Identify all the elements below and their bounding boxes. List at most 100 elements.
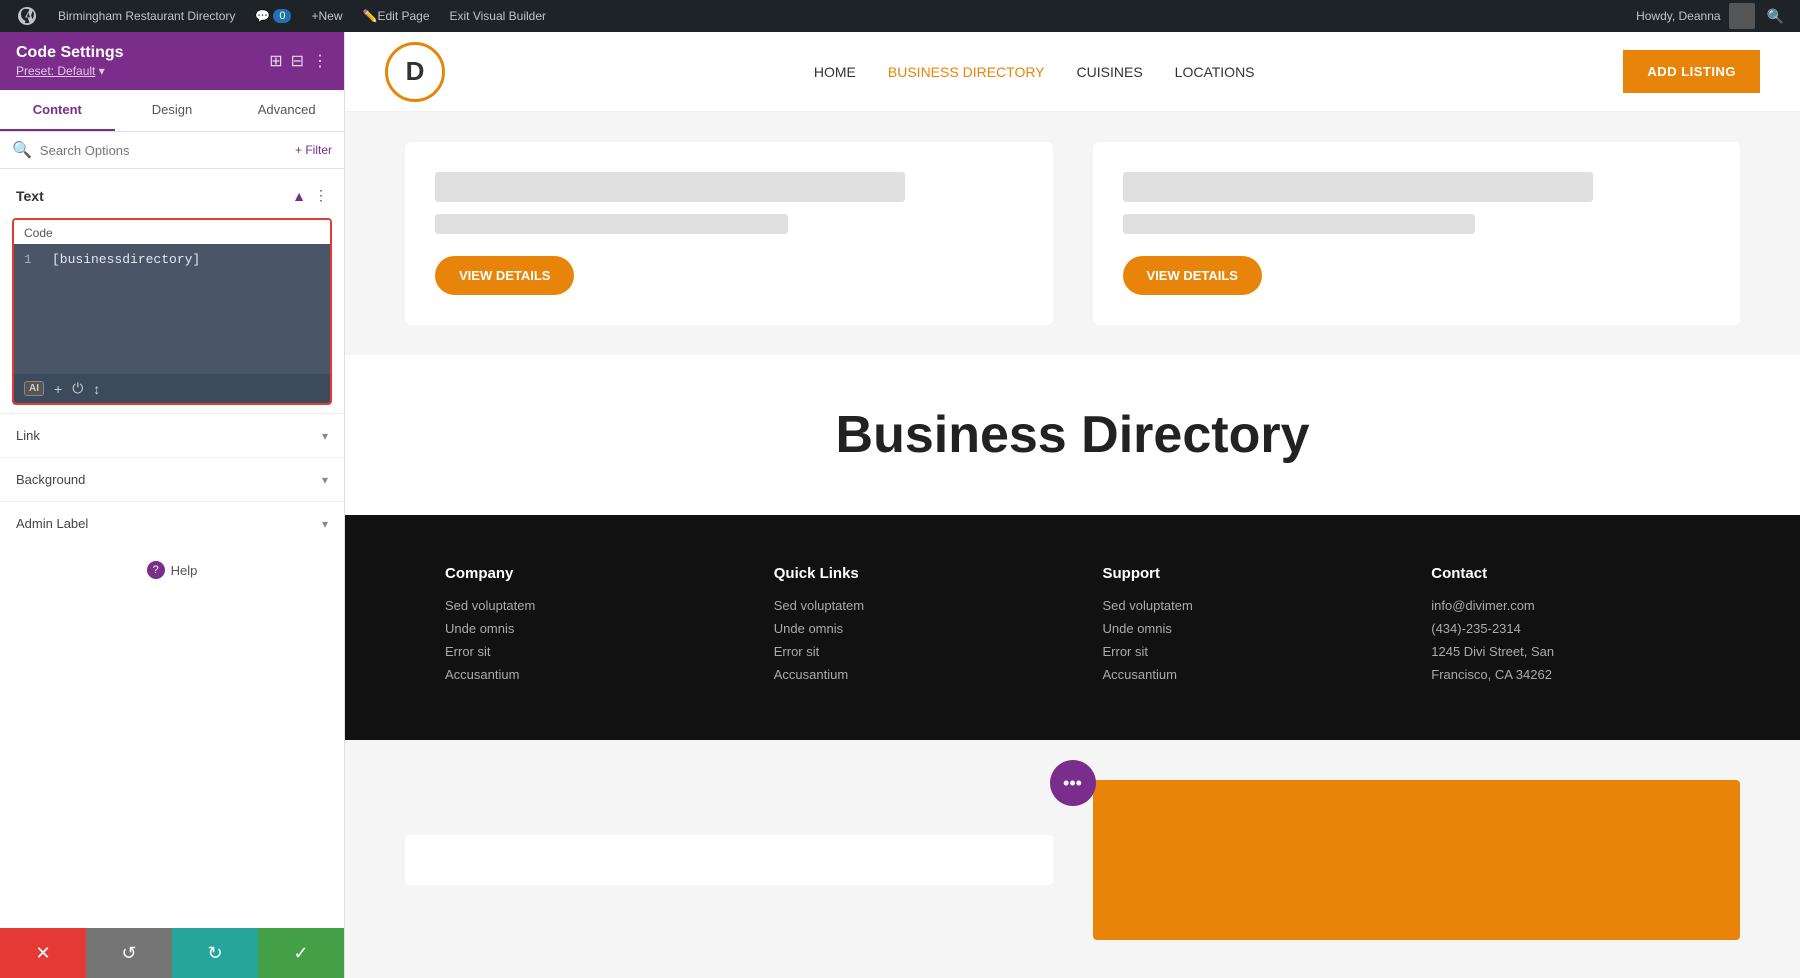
columns-icon[interactable]: ⊟ [291,51,304,71]
user-avatar [1729,3,1755,29]
background-chevron: ▾ [322,473,328,487]
search-input[interactable] [40,143,287,158]
nav-business-directory[interactable]: BUSINESS DIRECTORY [888,64,1045,80]
footer-support-link-4[interactable]: Accusantium [1103,667,1372,682]
comments-link[interactable]: 💬 0 [247,0,299,32]
card-placeholder-3 [1123,172,1593,202]
help-icon: ? [147,561,165,579]
footer-support-link-3[interactable]: Error sit [1103,644,1372,659]
business-dir-section: Business Directory [345,355,1800,515]
wp-admin-bar: Birmingham Restaurant Directory 💬 0 + Ne… [0,0,1800,32]
more-options-icon[interactable]: ⋮ [314,187,328,204]
nav-cuisines[interactable]: CUISINES [1077,64,1143,80]
nav-locations[interactable]: LOCATIONS [1175,64,1255,80]
footer-support-link-1[interactable]: Sed voluptatem [1103,598,1372,613]
more-icon[interactable]: ⋮ [312,51,328,71]
footer-quicklinks-link-2[interactable]: Unde omnis [774,621,1043,636]
code-content: [businessdirectory] [52,252,200,267]
footer-company-link-3[interactable]: Error sit [445,644,714,659]
card-placeholder-4 [1123,214,1476,234]
site-name[interactable]: Birmingham Restaurant Directory [50,0,243,32]
add-listing-button[interactable]: ADD LISTING [1623,50,1760,93]
search-bar: 🔍 + Filter [0,132,344,169]
search-icon[interactable]: 🔍 [1759,8,1792,25]
code-block-wrapper: Code 1 [businessdirectory] AI + ⏻ ↕ [12,218,332,405]
code-label: Code [14,220,330,244]
background-section[interactable]: Background ▾ [0,457,344,501]
footer-company-link-1[interactable]: Sed voluptatem [445,598,714,613]
card-placeholder-2 [435,214,788,234]
admin-label-section[interactable]: Admin Label ▾ [0,501,344,545]
footer-support-link-2[interactable]: Unde omnis [1103,621,1372,636]
footer-contact-address-1: 1245 Divi Street, San [1431,644,1700,659]
background-label: Background [16,472,85,487]
ai-icon[interactable]: AI [24,381,44,396]
admin-label-chevron: ▾ [322,517,328,531]
sidebar-title: Code Settings [16,44,124,62]
add-icon[interactable]: + [54,381,62,397]
exit-builder[interactable]: Exit Visual Builder [442,0,555,32]
search-icon-sidebar: 🔍 [12,140,32,160]
card-2: VIEW DETAILS [1093,142,1741,325]
card-1: VIEW DETAILS [405,142,1053,325]
view-details-button-1[interactable]: VIEW DETAILS [435,256,574,295]
nav-home[interactable]: HOME [814,64,856,80]
sidebar: Code Settings Preset: Default ▾ ⊞ ⊟ ⋮ Co… [0,32,345,978]
power-icon[interactable]: ⏻ [72,380,83,397]
site-logo: D [385,42,445,102]
footer-col-support: Support Sed voluptatem Unde omnis Error … [1103,565,1372,690]
help-link[interactable]: ? Help [16,561,328,579]
sidebar-footer: ✕ ↺ ↻ ✓ [0,928,344,978]
orange-box [1093,780,1741,940]
footer-col-company: Company Sed voluptatem Unde omnis Error … [445,565,714,690]
move-icon[interactable]: ↕ [93,381,100,397]
bottom-section: ••• [345,740,1800,978]
sidebar-content: Text ▲ ⋮ Code 1 [businessdirectory] AI [0,169,344,928]
tab-content[interactable]: Content [0,90,115,131]
collapse-icon[interactable]: ▲ [292,188,306,204]
content-area: D HOME BUSINESS DIRECTORY CUISINES LOCAT… [345,32,1800,978]
new-item[interactable]: + New [303,0,350,32]
card-placeholder-1 [435,172,905,202]
footer-contact-phone[interactable]: (434)-235-2314 [1431,621,1700,636]
filter-button[interactable]: + Filter [295,143,332,157]
nav-links: HOME BUSINESS DIRECTORY CUISINES LOCATIO… [814,64,1255,80]
code-line-1: 1 [businessdirectory] [24,252,320,267]
cards-section: VIEW DETAILS VIEW DETAILS [345,112,1800,355]
tab-design[interactable]: Design [115,90,230,131]
footer-company-link-2[interactable]: Unde omnis [445,621,714,636]
view-details-button-2[interactable]: VIEW DETAILS [1123,256,1262,295]
admin-label-text: Admin Label [16,516,88,531]
link-label: Link [16,428,40,443]
link-section[interactable]: Link ▾ [0,413,344,457]
edit-page[interactable]: ✏️ Edit Page [355,0,438,32]
save-button[interactable]: ✓ [258,928,344,978]
footer-quicklinks-link-4[interactable]: Accusantium [774,667,1043,682]
help-section: ? Help [0,545,344,595]
footer-contact-title: Contact [1431,565,1700,582]
footer-company-title: Company [445,565,714,582]
redo-button[interactable]: ↻ [172,928,258,978]
sidebar-header: Code Settings Preset: Default ▾ ⊞ ⊟ ⋮ [0,32,344,90]
undo-button[interactable]: ↺ [86,928,172,978]
cancel-button[interactable]: ✕ [0,928,86,978]
dots-button[interactable]: ••• [1050,760,1096,806]
bottom-search-bar[interactable] [405,835,1053,885]
howdy-text: Howdy, Deanna [1636,9,1721,23]
footer-support-title: Support [1103,565,1372,582]
footer-company-link-4[interactable]: Accusantium [445,667,714,682]
footer-quicklinks-title: Quick Links [774,565,1043,582]
line-number: 1 [24,252,40,267]
copy-icon[interactable]: ⊞ [269,51,282,71]
tab-advanced[interactable]: Advanced [229,90,344,131]
business-dir-title: Business Directory [375,405,1770,465]
wp-logo[interactable] [8,0,46,32]
code-editor[interactable]: 1 [businessdirectory] [14,244,330,374]
footer-contact-email[interactable]: info@divimer.com [1431,598,1700,613]
text-section-header: Text ▲ ⋮ [0,181,344,210]
text-section-title: Text [16,188,44,204]
footer-quicklinks-link-1[interactable]: Sed voluptatem [774,598,1043,613]
footer-quicklinks-link-3[interactable]: Error sit [774,644,1043,659]
sidebar-preset: Preset: Default ▾ [16,64,124,78]
footer-col-quicklinks: Quick Links Sed voluptatem Unde omnis Er… [774,565,1043,690]
